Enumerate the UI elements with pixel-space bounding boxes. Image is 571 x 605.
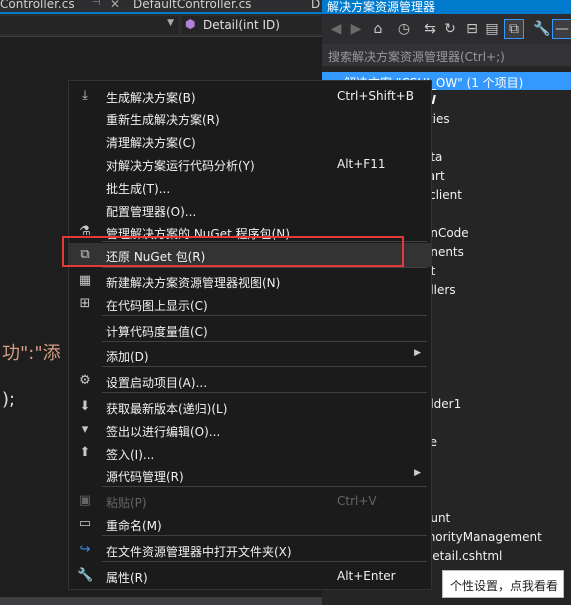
back-icon[interactable]: ◀ xyxy=(326,19,346,39)
forward-icon[interactable]: ▶ xyxy=(346,19,366,39)
code-line: ); xyxy=(2,389,16,410)
menu-item-batch-build[interactable]: 批生成(T)... xyxy=(69,175,431,199)
menu-item-show-on-code-map[interactable]: ⊞ 在代码图上显示(C) xyxy=(69,292,431,316)
navigation-bar: ▼ ⬢ Detail(int ID) xyxy=(0,14,322,37)
menu-item-properties[interactable]: 🔧 属性(R) Alt+Enter xyxy=(69,564,431,588)
menu-item-code-metrics[interactable]: 计算代码度量值(C) xyxy=(69,318,431,342)
solution-explorer-title: 解决方案资源管理器 xyxy=(322,0,571,14)
context-menu: ⤓ 生成解决方案(B) Ctrl+Shift+B 重新生成解决方案(R) 清理解… xyxy=(68,80,432,590)
chevron-down-icon: ▼ xyxy=(167,18,174,28)
menu-item-run-code-analysis[interactable]: 对解决方案运行代码分析(Y) Alt+F11 xyxy=(69,152,431,176)
home-icon[interactable]: ⌂ xyxy=(368,19,388,39)
editor-tab-bar: Controller.cs ⊣ ✕ DefaultController.cs D xyxy=(0,0,322,12)
menu-item-checkout[interactable]: ▾ 签出以进行编辑(O)... xyxy=(69,418,431,442)
menu-separator xyxy=(102,535,427,536)
collapse-all-icon[interactable]: ⊟ xyxy=(462,19,482,39)
menu-item-checkin[interactable]: ⬆ 签入(I)... xyxy=(69,441,431,465)
submenu-arrow-icon: ▶ xyxy=(414,348,421,358)
menu-separator xyxy=(102,486,427,487)
personalize-tooltip[interactable]: 个性设置，点我看看 xyxy=(442,570,564,598)
tree-item[interactable]: Detail.cshtml xyxy=(423,549,502,563)
get-latest-icon: ⬇ xyxy=(79,399,91,414)
copy-icon[interactable]: ⧉ xyxy=(504,19,524,39)
highlight-box xyxy=(62,236,404,267)
menu-separator xyxy=(102,267,427,268)
preview-icon[interactable]: — xyxy=(552,19,571,39)
tab-label: DefaultController.cs xyxy=(133,0,252,11)
menu-item-get-latest[interactable]: ⬇ 获取最新版本(递归)(L) xyxy=(69,395,431,419)
menu-separator xyxy=(102,315,427,316)
tab-controller[interactable]: Controller.cs ⊣ ✕ xyxy=(0,0,120,12)
solution-explorer-toolbar: ◀ ▶ ⌂ ◷ ⇆ ↻ ⊟ ▤ ⧉ 🔧 — xyxy=(322,14,571,44)
member-label: Detail(int ID) xyxy=(203,18,280,32)
wrench-icon: 🔧 xyxy=(77,568,94,583)
close-icon[interactable]: ✕ xyxy=(110,0,120,11)
menu-item-paste[interactable]: ▣ 粘贴(P) Ctrl+V xyxy=(69,489,431,513)
menu-separator xyxy=(102,341,427,342)
search-input[interactable]: 搜索解决方案资源管理器(Ctrl+;) xyxy=(322,44,571,66)
menu-item-new-view[interactable]: ▦ 新建解决方案资源管理器视图(N) xyxy=(69,269,431,293)
history-icon[interactable]: ◷ xyxy=(394,19,414,39)
checkin-icon: ⬆ xyxy=(79,445,91,460)
submenu-arrow-icon: ▶ xyxy=(414,468,421,478)
tab-label: Controller.cs xyxy=(0,0,75,11)
new-view-icon: ▦ xyxy=(78,273,92,288)
wrench-icon[interactable]: 🔧 xyxy=(532,19,552,39)
menu-item-rename[interactable]: ▭ 重命名(M) xyxy=(69,512,431,536)
paste-icon: ▣ xyxy=(78,493,92,508)
open-folder-icon: ↪ xyxy=(79,542,91,557)
menu-item-source-control[interactable]: 源代码管理(R) ▶ xyxy=(69,463,431,487)
menu-item-set-startup[interactable]: ⚙ 设置启动项目(A)... xyxy=(69,369,431,393)
type-dropdown[interactable]: ▼ xyxy=(0,16,178,34)
show-all-files-icon[interactable]: ▤ xyxy=(482,19,502,39)
menu-item-add[interactable]: 添加(D) ▶ xyxy=(69,343,431,367)
checkout-icon: ▾ xyxy=(81,422,89,437)
menu-item-configuration-manager[interactable]: 配置管理器(O)... xyxy=(69,198,431,222)
build-icon: ⤓ xyxy=(82,88,88,103)
pin-icon[interactable]: ⊣ xyxy=(92,0,101,8)
code-map-icon: ⊞ xyxy=(79,296,91,311)
horizontal-scrollbar[interactable] xyxy=(0,597,322,605)
menu-item-rebuild-solution[interactable]: 重新生成解决方案(R) xyxy=(69,106,431,130)
tree-item[interactable]: thorityManagement xyxy=(423,530,542,544)
menu-separator xyxy=(102,561,427,562)
tab-overflow[interactable]: D xyxy=(311,0,320,12)
refresh-icon[interactable]: ↻ xyxy=(440,19,460,39)
method-icon: ⬢ xyxy=(185,17,196,31)
menu-separator xyxy=(102,366,427,367)
member-dropdown[interactable]: ⬢ Detail(int ID) xyxy=(182,16,322,34)
sync-icon[interactable]: ⇆ xyxy=(420,19,440,39)
menu-item-build-solution[interactable]: ⤓ 生成解决方案(B) Ctrl+Shift+B xyxy=(69,84,431,108)
menu-item-open-in-explorer[interactable]: ↪ 在文件资源管理器中打开文件夹(X) xyxy=(69,538,431,562)
tab-default-controller[interactable]: DefaultController.cs xyxy=(133,0,251,12)
gear-icon: ⚙ xyxy=(79,373,91,388)
rename-icon: ▭ xyxy=(78,516,92,531)
menu-item-clean-solution[interactable]: 清理解决方案(C) xyxy=(69,129,431,153)
menu-separator xyxy=(102,392,427,393)
code-line: 功":"添 xyxy=(2,343,61,364)
tab-label: D xyxy=(311,0,321,11)
